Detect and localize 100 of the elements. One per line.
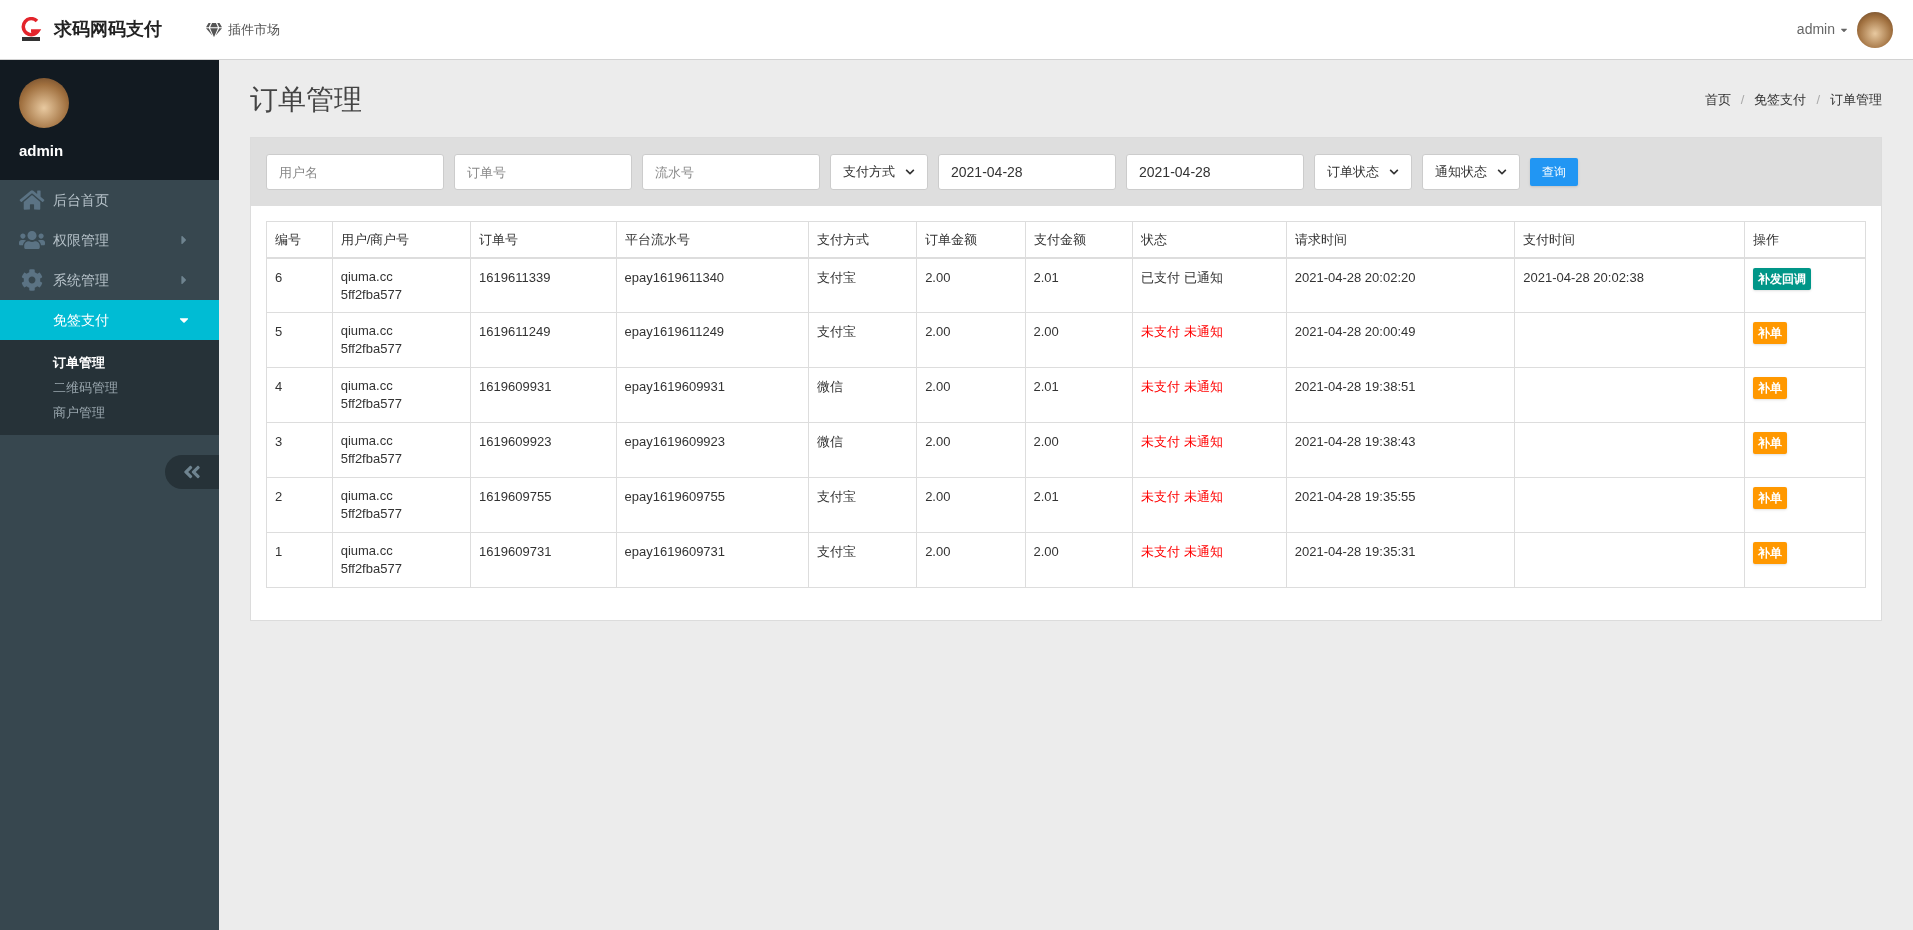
- table-cell: 微信: [808, 367, 917, 423]
- table-cell: 4: [266, 367, 333, 423]
- sidebar-menu-item[interactable]: 后台首页: [0, 180, 219, 220]
- table-cell: epay1619609923: [616, 422, 809, 478]
- table-cell: 2: [266, 477, 333, 533]
- status-cell: 未支付 未通知: [1132, 532, 1287, 588]
- chevron-down-icon: [1389, 167, 1399, 177]
- chevron-down-icon: [905, 167, 915, 177]
- sidebar-menu-item[interactable]: 系统管理: [0, 260, 219, 300]
- table-cell: 2021-04-28 19:35:55: [1286, 477, 1515, 533]
- sidebar-username: admin: [19, 140, 65, 161]
- table-cell: 2.00: [916, 422, 1025, 478]
- table-cell: 5: [266, 312, 333, 368]
- brand-title: 求码网码支付: [54, 18, 162, 41]
- table-cell: 2.00: [1025, 422, 1133, 478]
- breadcrumb-link[interactable]: 免签支付: [1754, 90, 1807, 110]
- table-cell: 1619609755: [470, 477, 617, 533]
- table-cell: 支付宝: [808, 532, 917, 588]
- table-cell: qiuma.cc 5ff2fba577: [332, 367, 471, 423]
- table-cell: epay1619611340: [616, 257, 809, 313]
- collapse-sidebar-button[interactable]: [165, 455, 219, 489]
- column-header: 订单金额: [916, 221, 1025, 258]
- submenu-item[interactable]: 二维码管理: [53, 377, 219, 398]
- table-cell: epay1619609731: [616, 532, 809, 588]
- column-header: 编号: [266, 221, 333, 258]
- breadcrumb-link[interactable]: 订单管理: [1830, 90, 1882, 110]
- date-field[interactable]: 2021-04-28: [1126, 154, 1304, 190]
- status-cell: 未支付 未通知: [1132, 422, 1287, 478]
- filter-select[interactable]: 订单状态: [1314, 154, 1412, 190]
- table-cell: 2021-04-28 19:35:31: [1286, 532, 1515, 588]
- avatar: [1857, 11, 1893, 48]
- table-cell: qiuma.cc 5ff2fba577: [332, 312, 471, 368]
- table-cell: epay1619609931: [616, 367, 809, 423]
- status-cell: 未支付 未通知: [1132, 367, 1287, 423]
- table-cell: 2021-04-28 20:00:49: [1286, 312, 1515, 368]
- page-title: 订单管理: [250, 83, 362, 117]
- plugin-market-link[interactable]: 插件市场: [206, 19, 280, 40]
- table-cell: qiuma.cc 5ff2fba577: [332, 477, 471, 533]
- column-header: 支付时间: [1514, 221, 1745, 258]
- table-cell: 2021-04-28 19:38:51: [1286, 367, 1515, 423]
- filter-select[interactable]: 支付方式: [830, 154, 928, 190]
- table-cell: 2.00: [916, 312, 1025, 368]
- table-cell: qiuma.cc 5ff2fba577: [332, 257, 471, 313]
- table-cell: qiuma.cc 5ff2fba577: [332, 422, 471, 478]
- breadcrumb-separator: /: [1740, 91, 1745, 110]
- filter-select[interactable]: 通知状态: [1422, 154, 1520, 190]
- table-cell: 1619609731: [470, 532, 617, 588]
- column-header: 支付方式: [808, 221, 917, 258]
- table-cell: 2.01: [1025, 477, 1133, 533]
- table-cell: 2021-04-28 20:02:38: [1514, 257, 1745, 313]
- table-cell: qiuma.cc 5ff2fba577: [332, 532, 471, 588]
- table-cell: 2.00: [916, 367, 1025, 423]
- table-cell: 1: [266, 532, 333, 588]
- users-icon: [19, 229, 45, 251]
- table-cell: epay1619609755: [616, 477, 809, 533]
- table-cell: epay1619611249: [616, 312, 809, 368]
- status-cell: 已支付 已通知: [1132, 257, 1287, 313]
- column-header: 平台流水号: [616, 221, 809, 258]
- table-cell: 1619609931: [470, 367, 617, 423]
- table-cell: 支付宝: [808, 312, 917, 368]
- column-header: 状态: [1132, 221, 1287, 258]
- table-cell: 支付宝: [808, 477, 917, 533]
- table-cell: 3: [266, 422, 333, 478]
- column-header: 订单号: [470, 221, 617, 258]
- table-cell: 2.01: [1025, 367, 1133, 423]
- table-cell: 2.01: [1025, 257, 1133, 313]
- table-cell: 1619611249: [470, 312, 617, 368]
- date-field[interactable]: 2021-04-28: [938, 154, 1116, 190]
- home-icon: [19, 189, 45, 211]
- table-cell: 2.00: [916, 477, 1025, 533]
- logo-icon: [20, 16, 42, 43]
- status-cell: 未支付 未通知: [1132, 312, 1287, 368]
- sidebar-menu-item[interactable]: 权限管理: [0, 220, 219, 260]
- column-header: 请求时间: [1286, 221, 1515, 258]
- table-cell: 2.00: [1025, 532, 1133, 588]
- column-header: 操作: [1744, 221, 1866, 258]
- filter-input-field[interactable]: 流水号: [642, 154, 820, 190]
- table-cell: 1619609923: [470, 422, 617, 478]
- breadcrumb-link[interactable]: 首页: [1704, 90, 1731, 110]
- search-button[interactable]: 查询: [1530, 158, 1578, 186]
- status-cell: 未支付 未通知: [1132, 477, 1287, 533]
- table-cell: 2021-04-28 19:38:43: [1286, 422, 1515, 478]
- avatar: [19, 77, 69, 128]
- column-header: 用户/商户号: [332, 221, 471, 258]
- table-cell: 2.00: [916, 532, 1025, 588]
- gem-icon: [206, 21, 222, 38]
- filter-input-field[interactable]: 用户名: [266, 154, 444, 190]
- table-cell: 6: [266, 257, 333, 313]
- column-header: 支付金额: [1025, 221, 1133, 258]
- table-cell: 2.00: [916, 257, 1025, 313]
- table-cell: 1619611339: [470, 257, 617, 313]
- resend-callback-button[interactable]: 补发回调: [1752, 267, 1811, 290]
- filter-input-field[interactable]: 订单号: [454, 154, 632, 190]
- table-cell: 微信: [808, 422, 917, 478]
- breadcrumb-separator: /: [1816, 91, 1820, 110]
- submenu-item[interactable]: 订单管理: [53, 352, 219, 373]
- table-cell: 支付宝: [808, 257, 917, 313]
- user-menu-button[interactable]: admin: [1796, 19, 1849, 40]
- submenu-item[interactable]: 商户管理: [53, 402, 219, 423]
- table-cell: 2021-04-28 20:02:20: [1286, 257, 1515, 313]
